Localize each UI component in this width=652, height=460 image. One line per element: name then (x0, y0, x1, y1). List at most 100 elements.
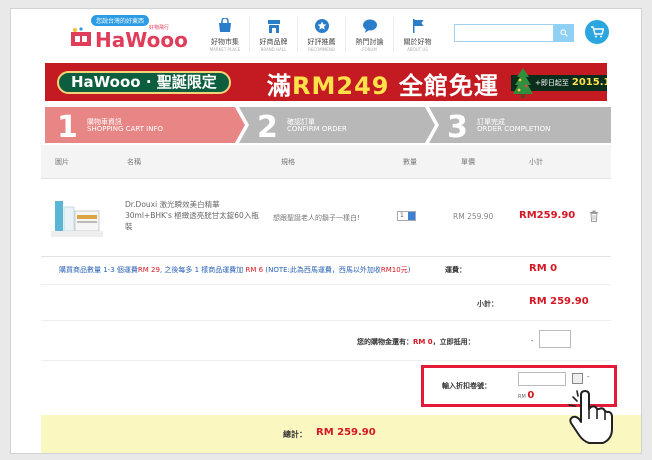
nav-label: 關於好物 (403, 38, 432, 46)
shipping-label: 運費： (445, 266, 466, 274)
search-button[interactable] (554, 24, 574, 42)
trash-icon[interactable] (589, 210, 599, 222)
shipping-note-part: 購買商品數量 1-3 個運費 (59, 266, 138, 274)
nav-item-recommend[interactable]: 好評推薦 RECOMMEND (297, 17, 345, 52)
subtotal-value: RM 259.90 (529, 296, 589, 307)
nav-item-forum[interactable]: 熱門討論 FORUM (345, 17, 393, 52)
step-number: 3 (447, 110, 468, 145)
chat-bubble-icon (346, 17, 393, 35)
nav-item-about[interactable]: 關於好物 ABOUT US (393, 17, 441, 52)
col-qty: 數量 (403, 158, 417, 166)
nav-label: 好商品牌 (259, 38, 288, 46)
search-icon (560, 29, 568, 37)
logo-cart-icon (71, 27, 91, 46)
table-header: 圖片 名稱 規格 數量 單價 小計 (41, 145, 611, 179)
quantity-value: 1 (400, 212, 404, 219)
total-row: 總計： RM 259.90 (41, 415, 641, 453)
total-value: RM 259.90 (316, 427, 376, 438)
coupon-unit: RM (518, 394, 526, 400)
christmas-tree-icon (513, 68, 533, 98)
credit-amount-input[interactable] (539, 330, 571, 348)
search-input[interactable] (454, 24, 554, 42)
banner-pill: HaWooo · 聖誕限定 (57, 71, 231, 94)
col-spec: 規格 (281, 158, 295, 166)
step-subtitle: SHOPPING CART INFO (87, 125, 163, 133)
coupon-value: 0 (527, 390, 535, 401)
page-frame: 您說台灣的好東西 HaWooo 好物飛行 好物市集 MARKET PLACE 好… (10, 8, 642, 454)
product-spec: 想跟聖誕老人的鬍子一樣白! (273, 214, 360, 222)
col-name: 名稱 (127, 158, 141, 166)
step-subtitle: ORDER COMPLETION (477, 125, 551, 133)
shipping-fee-extra: RM 6 (245, 266, 264, 274)
step-1: 1 購物車資訊 SHOPPING CART INFO (45, 107, 235, 145)
credit-info: 您的購物金還有：RM 0，立即抵用： (357, 337, 475, 347)
logo-subtitle: 好物飛行 (149, 25, 170, 31)
coupon-code-input[interactable] (518, 372, 566, 386)
nav-sublabel: RECOMMEND (308, 47, 335, 52)
subtotal-row: 小計： RM 259.90 (41, 285, 611, 321)
banner-amount: RM249 (292, 72, 390, 100)
shipping-note-part: ) (407, 266, 411, 274)
step-number: 2 (257, 110, 278, 145)
unit-price: RM 259.90 (453, 212, 494, 221)
site-header: 您說台灣的好東西 HaWooo 好物飛行 好物市集 MARKET PLACE 好… (11, 9, 641, 63)
hand-pointer-icon (568, 390, 613, 444)
col-image: 圖片 (55, 158, 69, 166)
cart-table: 圖片 名稱 規格 數量 單價 小計 Dr.Douxi 激光瞬效美白精華 30ml… (41, 145, 611, 257)
col-subtotal: 小計 (529, 158, 543, 166)
total-label: 總計： (283, 430, 307, 439)
flag-icon (394, 17, 441, 35)
credit-row: 您的購物金還有：RM 0，立即抵用： - (41, 321, 611, 361)
shipping-fee-outside: RM10元 (380, 266, 408, 274)
cart-button[interactable] (585, 20, 609, 44)
product-thumbnail[interactable] (51, 193, 103, 239)
banner-prefix: 滿 (267, 72, 292, 100)
nav-item-market[interactable]: 好物市集 MARKET PLACE (201, 17, 249, 52)
cart-icon (591, 26, 604, 38)
credit-dash: - (531, 337, 534, 345)
shipping-note: 購買商品數量 1-3 個運費RM 29, 之後每多 1 樣商品運費加 RM 6 … (59, 265, 410, 275)
nav-label: 好評推薦 (307, 38, 336, 46)
subtotal-label: 小計： (477, 300, 498, 308)
nav-label: 熱門討論 (355, 38, 384, 46)
coupon-label: 輸入折扣卷號： (442, 382, 491, 390)
nav-sublabel: MARKET PLACE (209, 47, 241, 52)
quantity-select[interactable]: 1 (397, 211, 416, 221)
shipping-note-part: (NOTE:此為西馬運費，西馬以外加收 (263, 266, 381, 274)
line-subtotal: RM259.90 (519, 210, 576, 221)
col-price: 單價 (461, 158, 475, 166)
step-2: 2 確認訂單 CONFIRM ORDER (245, 107, 425, 145)
table-row: Dr.Douxi 激光瞬效美白精華 30ml+BHK's 極緻透亮胱甘太錠60入… (41, 179, 611, 257)
shipping-fee-base: RM 29 (137, 266, 160, 274)
credit-label: 您的購物金還有： (357, 338, 413, 346)
banner-headline: 滿RM249 全館免運 (267, 66, 499, 101)
logo-wordmark: HaWooo (95, 28, 188, 52)
logo-tagline: 您說台灣的好東西 (91, 15, 150, 26)
nav-item-brand[interactable]: 好商品牌 BRAND HALL (249, 17, 297, 52)
nav-label: 好物市集 (211, 38, 239, 46)
nav-sublabel: BRAND HALL (260, 47, 287, 52)
site-logo[interactable]: 您說台灣的好東西 HaWooo 好物飛行 (69, 15, 188, 55)
coupon-discount: RM 0 (518, 390, 534, 401)
store-icon (250, 17, 297, 35)
step-3: 3 訂單完成 ORDER COMPLETION (435, 107, 611, 145)
banner-date-value: 2015.12.31 (571, 77, 607, 88)
nav-sublabel: ABOUT US (407, 47, 428, 52)
checkout-steps: 1 購物車資訊 SHOPPING CART INFO 2 確認訂單 CONFIR… (45, 107, 611, 145)
shipping-value: RM 0 (529, 263, 558, 274)
nav-sublabel: FORUM (362, 47, 377, 52)
chevron-down-icon (408, 212, 415, 220)
step-subtitle: CONFIRM ORDER (287, 125, 347, 133)
star-badge-icon (298, 17, 345, 35)
banner-suffix: 全館免運 (389, 72, 499, 100)
credit-amount: RM 0 (413, 338, 433, 346)
step-number: 1 (57, 110, 78, 145)
coupon-apply-icon[interactable] (572, 373, 583, 384)
coupon-dash: - (587, 373, 590, 381)
credit-suffix: ，立即抵用： (432, 338, 475, 346)
product-name[interactable]: Dr.Douxi 激光瞬效美白精華 30ml+BHK's 極緻透亮胱甘太錠60入… (125, 199, 261, 232)
promo-banner[interactable]: HaWooo · 聖誕限定 滿RM249 全館免運 +即日起至2015.12.3… (45, 63, 607, 101)
shop-icon (201, 17, 249, 35)
banner-date-prefix: +即日起至 (535, 79, 569, 87)
main-nav: 好物市集 MARKET PLACE 好商品牌 BRAND HALL 好評推薦 R… (201, 17, 441, 52)
